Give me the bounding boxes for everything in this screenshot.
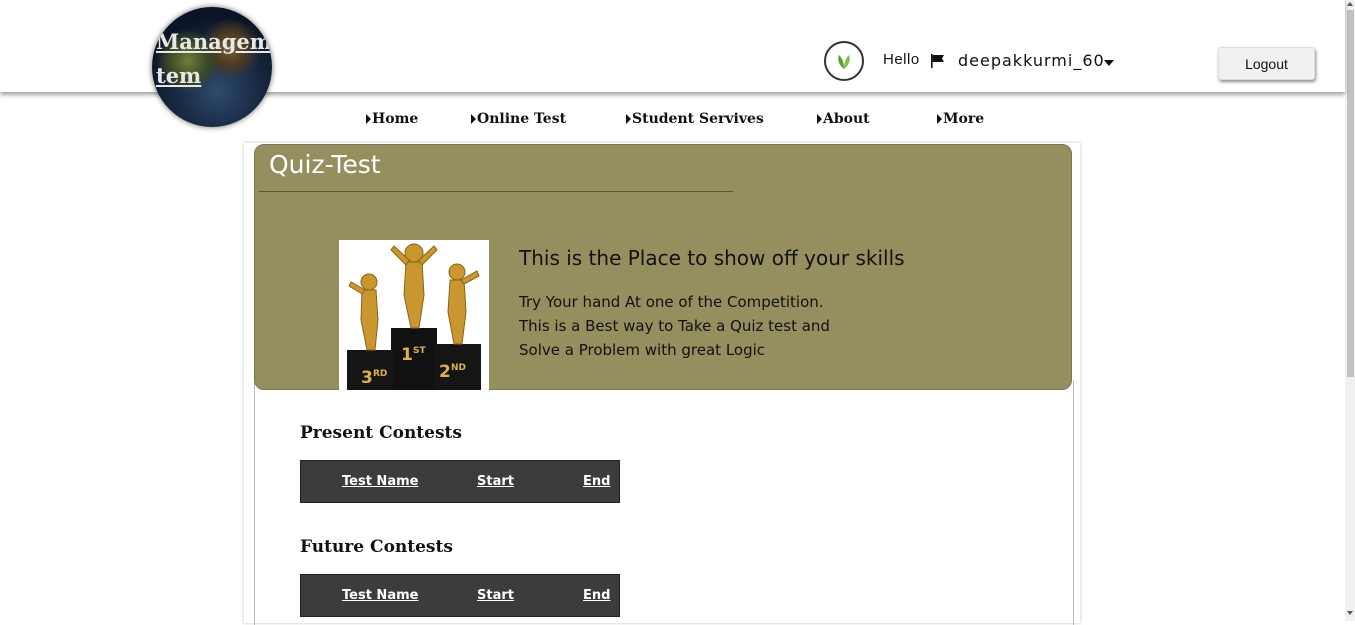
nav-item-online-test[interactable]: Online Test — [471, 111, 566, 127]
caret-right-icon — [937, 114, 942, 124]
svg-text:RD: RD — [373, 369, 387, 379]
nav-item-label: More — [943, 111, 985, 127]
caret-right-icon — [626, 114, 631, 124]
page-title: Quiz-Test — [269, 150, 381, 179]
nav-item-label: Online Test — [477, 111, 567, 127]
site-logo[interactable]: Manageme tem — [152, 7, 272, 127]
svg-text:ST: ST — [413, 346, 426, 356]
nav-item-label: Home — [372, 111, 419, 127]
nav-item-about[interactable]: About — [817, 111, 870, 127]
user-avatar[interactable] — [824, 41, 864, 81]
nav-item-more[interactable]: More — [937, 111, 984, 127]
column-start[interactable]: Start — [477, 474, 514, 489]
column-end[interactable]: End — [583, 474, 610, 489]
svg-text:3: 3 — [361, 368, 373, 388]
flag-icon — [931, 54, 944, 68]
caret-right-icon — [366, 114, 371, 124]
column-test-name[interactable]: Test Name — [342, 588, 418, 603]
nav-item-label: Student Servives — [632, 111, 764, 127]
column-end[interactable]: End — [583, 588, 610, 603]
svg-text:ND: ND — [451, 363, 466, 373]
column-test-name[interactable]: Test Name — [342, 474, 418, 489]
caret-right-icon — [817, 114, 822, 124]
nav-item-home[interactable]: Home — [366, 111, 418, 127]
banner-headline: This is the Place to show off your skill… — [519, 246, 905, 270]
banner-description: Try Your hand At one of the Competition.… — [519, 293, 830, 359]
greeting-text: Hello — [883, 51, 920, 68]
caret-right-icon — [471, 114, 476, 124]
scrollbar-thumb[interactable] — [1347, 10, 1354, 377]
present-contests-heading: Present Contests — [300, 423, 462, 443]
present-contests-table: Test Name Start End — [300, 460, 620, 503]
title-divider — [259, 191, 733, 192]
future-contests-heading: Future Contests — [300, 537, 453, 557]
podium-illustration: 1 ST 3 RD 2 ND — [347, 243, 481, 390]
chevron-down-icon[interactable] — [1104, 60, 1114, 66]
nav-item-student-services[interactable]: Student Servives — [626, 111, 764, 127]
future-contests-table: Test Name Start End — [300, 574, 620, 617]
logo-text: Manageme tem — [156, 29, 272, 88]
nav-item-label: About — [823, 111, 870, 127]
svg-text:1: 1 — [401, 345, 413, 365]
leaf-icon — [838, 55, 850, 69]
column-start[interactable]: Start — [477, 588, 514, 603]
username-label[interactable]: deepakkurmi_60 — [958, 51, 1105, 70]
scroll-up-arrow-icon[interactable] — [1347, 2, 1353, 6]
svg-text:2: 2 — [439, 362, 451, 382]
scroll-down-arrow-icon[interactable] — [1347, 611, 1353, 615]
podium-image: 1 ST 3 RD 2 ND — [339, 240, 489, 390]
logout-button[interactable]: Logout — [1218, 47, 1315, 80]
